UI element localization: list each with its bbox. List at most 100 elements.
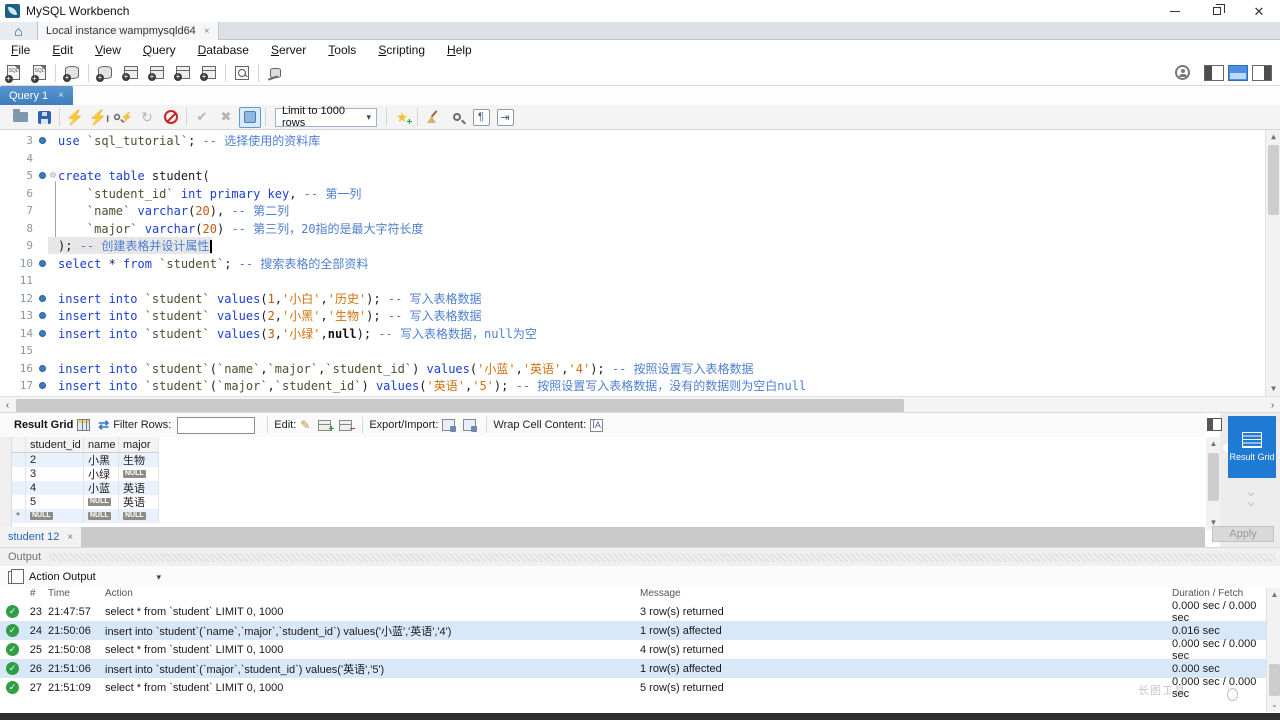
menu-item-view[interactable]: View bbox=[84, 43, 132, 57]
menu-item-query[interactable]: Query bbox=[132, 43, 187, 57]
toggle-autocommit-button[interactable] bbox=[238, 107, 262, 128]
create-view-button[interactable] bbox=[144, 62, 170, 84]
open-file-button[interactable] bbox=[8, 107, 32, 128]
editor-horizontal-scrollbar[interactable]: ‹ › bbox=[0, 396, 1280, 413]
grid-cell[interactable]: NULL bbox=[119, 509, 159, 523]
scroll-right-icon[interactable]: › bbox=[1265, 397, 1280, 414]
close-button[interactable]: ✕ bbox=[1238, 0, 1280, 22]
editor-line-16[interactable]: 16insert into `student`(`name`,`major`,`… bbox=[0, 360, 1264, 378]
stop-button[interactable]: ↻ bbox=[135, 107, 159, 128]
beautify-button[interactable] bbox=[421, 107, 445, 128]
output-scroll-up-icon[interactable]: ▲ bbox=[1267, 588, 1280, 602]
restore-button[interactable] bbox=[1196, 0, 1238, 22]
grid-cell[interactable]: 小蓝 bbox=[84, 481, 119, 495]
delete-row-button[interactable] bbox=[339, 420, 352, 431]
add-row-button[interactable] bbox=[318, 420, 331, 431]
export-button[interactable] bbox=[442, 419, 455, 431]
grid-view-button[interactable] bbox=[77, 419, 90, 431]
output-scroll-thumb[interactable] bbox=[1269, 664, 1280, 696]
editor-line-8[interactable]: 8 `major` varchar(20) -- 第三列，20指的是最大字符长度 bbox=[0, 220, 1264, 238]
row-selector[interactable] bbox=[12, 481, 26, 495]
result-grid[interactable]: student_idnamemajor2小黑生物3小绿NULL4小蓝英语5NUL… bbox=[0, 437, 1205, 527]
menu-item-help[interactable]: Help bbox=[436, 43, 483, 57]
search-data-button[interactable] bbox=[229, 62, 255, 84]
editor-line-6[interactable]: 6 `student_id` int primary key, -- 第一列 bbox=[0, 185, 1264, 203]
editor-line-7[interactable]: 7 `name` varchar(20), -- 第二列 bbox=[0, 202, 1264, 220]
row-selector[interactable] bbox=[12, 495, 26, 509]
account-icon[interactable] bbox=[1175, 65, 1190, 80]
grid-vertical-scrollbar[interactable]: ▲ ▼ bbox=[1206, 437, 1220, 530]
row-selector[interactable] bbox=[12, 467, 26, 481]
create-table-button[interactable] bbox=[118, 62, 144, 84]
query-tab-close-icon[interactable]: × bbox=[58, 90, 64, 101]
grid-cell[interactable]: NULL bbox=[26, 509, 84, 523]
home-tab[interactable]: ⌂ bbox=[0, 22, 38, 40]
edit-cell-button[interactable]: ✎ bbox=[300, 418, 310, 432]
create-procedure-button[interactable] bbox=[170, 62, 196, 84]
find-button[interactable] bbox=[445, 107, 469, 128]
action-output-table[interactable]: # Time Action Message Duration / Fetch ✓… bbox=[0, 588, 1266, 700]
grid-row[interactable]: *NULLNULLNULL bbox=[12, 509, 159, 523]
inspector-button[interactable] bbox=[59, 62, 85, 84]
output-row-26[interactable]: ✓2621:51:06insert into `student`(`major`… bbox=[0, 659, 1266, 678]
sql-editor[interactable]: 3use `sql_tutorial`; -- 选择使用的资料库45⊖creat… bbox=[0, 130, 1280, 396]
row-selector[interactable] bbox=[12, 453, 26, 467]
commit-button[interactable]: ✔ bbox=[190, 107, 214, 128]
grid-row[interactable]: 5NULL英语 bbox=[12, 495, 159, 509]
editor-line-10[interactable]: 10select * from `student`; -- 搜索表格的全部资料 bbox=[0, 255, 1264, 273]
editor-line-14[interactable]: 14insert into `student` values(3,'小绿',nu… bbox=[0, 325, 1264, 343]
create-schema-button[interactable] bbox=[92, 62, 118, 84]
grid-cell[interactable]: 5 bbox=[26, 495, 84, 509]
rollback-button[interactable]: ✖ bbox=[214, 107, 238, 128]
grid-cell[interactable]: NULL bbox=[84, 509, 119, 523]
editor-line-5[interactable]: 5⊖create table student( bbox=[0, 167, 1264, 185]
menu-item-server[interactable]: Server bbox=[260, 43, 317, 57]
filter-rows-input[interactable] bbox=[177, 417, 255, 434]
grid-cell[interactable]: NULL bbox=[84, 495, 119, 509]
import-button[interactable] bbox=[463, 419, 476, 431]
reconnect-button[interactable] bbox=[262, 62, 288, 84]
grid-scroll-thumb[interactable] bbox=[1208, 453, 1219, 501]
editor-vertical-scrollbar[interactable]: ▲ ▼ bbox=[1265, 130, 1280, 396]
output-row-27[interactable]: ✓2721:51:09select * from `student` LIMIT… bbox=[0, 678, 1266, 697]
grid-cell[interactable]: 小黑 bbox=[84, 453, 119, 467]
scroll-up-icon[interactable]: ▲ bbox=[1266, 130, 1280, 144]
result-grid-side-button[interactable]: Result Grid bbox=[1228, 416, 1276, 478]
connection-tab[interactable]: Local instance wampmysqld64 × bbox=[38, 22, 219, 40]
output-row-24[interactable]: ✓2421:50:06insert into `student`(`name`,… bbox=[0, 621, 1266, 640]
new-row-marker[interactable]: * bbox=[12, 509, 26, 523]
toggle-word-wrap-button[interactable]: ⇥ bbox=[493, 107, 517, 128]
output-scroll-down-icon[interactable]: ⌄ bbox=[1267, 698, 1280, 712]
fold-toggle-icon[interactable]: ⊖ bbox=[48, 170, 58, 181]
menu-item-scripting[interactable]: Scripting bbox=[367, 43, 436, 57]
editor-line-12[interactable]: 12insert into `student` values(1,'小白','历… bbox=[0, 290, 1264, 308]
toggle-result-panel-icon[interactable] bbox=[1207, 418, 1222, 431]
grid-column-header-student_id[interactable]: student_id bbox=[26, 437, 84, 452]
horizontal-scroll-thumb[interactable] bbox=[16, 399, 904, 412]
toggle-sidebar-right-button[interactable] bbox=[1252, 65, 1272, 81]
grid-column-header-major[interactable]: major bbox=[119, 437, 159, 452]
toggle-sidebar-left-button[interactable] bbox=[1204, 65, 1224, 81]
new-sql-tab-button[interactable]: SQL bbox=[0, 62, 26, 84]
apply-button[interactable]: Apply bbox=[1212, 526, 1274, 542]
output-row-25[interactable]: ✓2521:50:08select * from `student` LIMIT… bbox=[0, 640, 1266, 659]
grid-cell[interactable]: 生物 bbox=[119, 453, 159, 467]
menu-item-edit[interactable]: Edit bbox=[41, 43, 84, 57]
query-tab[interactable]: Query 1 × bbox=[0, 86, 73, 105]
editor-line-17[interactable]: 17insert into `student`(`major`,`student… bbox=[0, 377, 1264, 395]
save-snippet-button[interactable]: ★ bbox=[390, 107, 414, 128]
grid-scroll-up-icon[interactable]: ▲ bbox=[1206, 437, 1221, 451]
refresh-button[interactable]: ⇄ bbox=[98, 417, 109, 433]
result-tab-close-icon[interactable]: × bbox=[67, 532, 73, 543]
save-script-button[interactable] bbox=[32, 107, 56, 128]
grid-row[interactable]: 3小绿NULL bbox=[12, 467, 159, 481]
editor-line-3[interactable]: 3use `sql_tutorial`; -- 选择使用的资料库 bbox=[0, 132, 1264, 150]
grid-row[interactable]: 4小蓝英语 bbox=[12, 481, 159, 495]
toggle-output-panel-button[interactable] bbox=[1228, 65, 1248, 81]
grid-cell[interactable]: 英语 bbox=[119, 495, 159, 509]
result-tab[interactable]: student 12 × bbox=[0, 527, 81, 547]
menu-item-tools[interactable]: Tools bbox=[317, 43, 367, 57]
editor-line-9[interactable]: 9); -- 创建表格并设计属性 bbox=[0, 237, 1264, 255]
editor-line-11[interactable]: 11 bbox=[0, 272, 1264, 290]
grid-cell[interactable]: 英语 bbox=[119, 481, 159, 495]
